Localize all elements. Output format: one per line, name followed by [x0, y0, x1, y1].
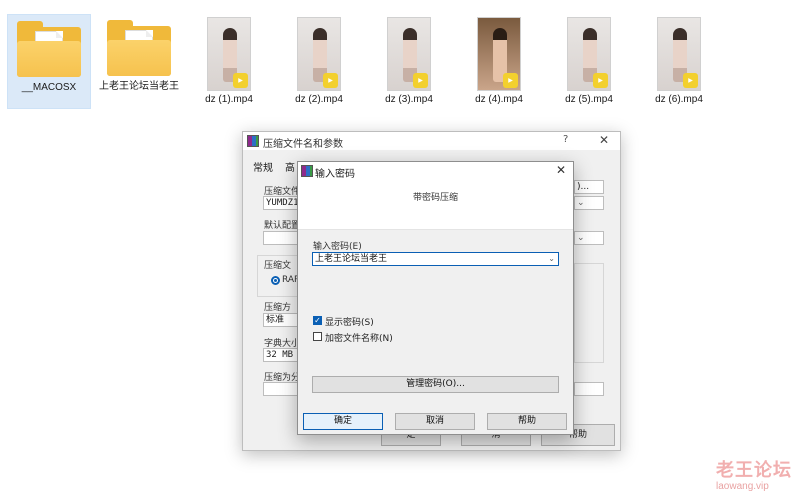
file-label: dz (5).mp4 — [565, 94, 613, 105]
file-item-video[interactable]: ▶ dz (5).mp4 — [547, 14, 631, 106]
player-badge-icon: ▶ — [683, 73, 698, 88]
encrypt-names-label: 加密文件名称(N) — [325, 334, 393, 344]
dialog-title: 压缩文件名和参数 — [263, 139, 343, 150]
file-item-video[interactable]: ▶ dz (3).mp4 — [367, 14, 451, 106]
file-label: dz (3).mp4 — [385, 94, 433, 105]
close-icon[interactable]: ✕ — [556, 163, 566, 177]
help-icon[interactable]: ? — [563, 134, 568, 145]
options-group — [574, 263, 604, 363]
file-label: dz (6).mp4 — [655, 94, 703, 105]
player-badge-icon: ▶ — [503, 73, 518, 88]
chevron-down-icon[interactable]: ⌄ — [574, 196, 604, 210]
player-badge-icon: ▶ — [233, 73, 248, 88]
video-thumbnail: ▶ — [567, 17, 611, 91]
default-config-label: 默认配置 — [264, 221, 301, 231]
video-thumbnail: ▶ — [387, 17, 431, 91]
winrar-icon — [301, 165, 313, 177]
file-item-folder[interactable]: 上老王论坛当老王 — [97, 14, 181, 93]
show-password-checkbox[interactable]: ✓ — [313, 316, 322, 325]
dialog-header: 带密码压缩 — [298, 180, 573, 230]
player-badge-icon: ▶ — [413, 73, 428, 88]
video-thumbnail: ▶ — [297, 17, 341, 91]
password-input[interactable]: 上老王论坛当老王 ⌄ — [312, 252, 559, 266]
file-label: dz (4).mp4 — [475, 94, 523, 105]
ok-button[interactable]: 确定 — [303, 413, 383, 430]
file-grid: __MACOSX 上老王论坛当老王 ▶ dz (1).mp4 ▶ dz (2).… — [0, 0, 800, 125]
file-label: 上老王论坛当老王 — [99, 81, 179, 92]
folder-icon — [107, 20, 171, 78]
close-icon[interactable]: ✕ — [599, 133, 609, 147]
cancel-button[interactable]: 取消 — [395, 413, 475, 430]
player-badge-icon: ▶ — [593, 73, 608, 88]
header-text: 带密码压缩 — [412, 193, 458, 203]
video-thumbnail: ▶ — [207, 17, 251, 91]
browse-button[interactable]: )... — [574, 180, 604, 194]
password-dialog: 输入密码 ✕ 带密码压缩 输入密码(E) 上老王论坛当老王 ⌄ ✓ 显示密码(S… — [297, 161, 574, 435]
dialog-title: 输入密码 — [315, 169, 355, 180]
tab-advanced[interactable]: 高 — [285, 159, 295, 174]
watermark-title: 老王论坛 — [716, 460, 792, 481]
file-item-macosx[interactable]: __MACOSX — [7, 14, 91, 109]
winrar-icon — [247, 135, 259, 147]
chevron-down-icon[interactable]: ⌄ — [548, 253, 555, 265]
watermark-url: laowang.vip — [716, 481, 769, 492]
video-thumbnail: ▶ — [657, 17, 701, 91]
video-thumbnail: ▶ — [477, 17, 521, 91]
format-group-label: 压缩文 — [264, 261, 292, 271]
tab-general[interactable]: 常规 — [253, 159, 273, 174]
dialog-titlebar[interactable]: 压缩文件名和参数 ? ✕ — [243, 132, 620, 150]
split-unit-select[interactable] — [574, 382, 604, 396]
format-rar-radio[interactable] — [271, 276, 280, 285]
file-item-video[interactable]: ▶ dz (4).mp4 — [457, 14, 541, 106]
folder-icon — [17, 21, 81, 79]
password-label: 输入密码(E) — [313, 242, 362, 252]
help-button[interactable]: 帮助 — [487, 413, 567, 430]
player-badge-icon: ▶ — [323, 73, 338, 88]
file-item-video[interactable]: ▶ dz (1).mp4 — [187, 14, 271, 106]
chevron-down-icon[interactable]: ⌄ — [574, 231, 604, 245]
file-item-video[interactable]: ▶ dz (2).mp4 — [277, 14, 361, 106]
dialog-titlebar[interactable]: 输入密码 ✕ — [298, 162, 573, 180]
encrypt-names-checkbox[interactable] — [313, 332, 322, 341]
show-password-label: 显示密码(S) — [325, 318, 374, 328]
file-label: dz (2).mp4 — [295, 94, 343, 105]
file-label: dz (1).mp4 — [205, 94, 253, 105]
password-value: 上老王论坛当老王 — [315, 254, 388, 264]
method-label: 压缩方 — [264, 303, 292, 313]
file-label: __MACOSX — [21, 82, 77, 93]
file-item-video[interactable]: ▶ dz (6).mp4 — [637, 14, 721, 106]
manage-passwords-button[interactable]: 管理密码(O)... — [312, 376, 559, 393]
